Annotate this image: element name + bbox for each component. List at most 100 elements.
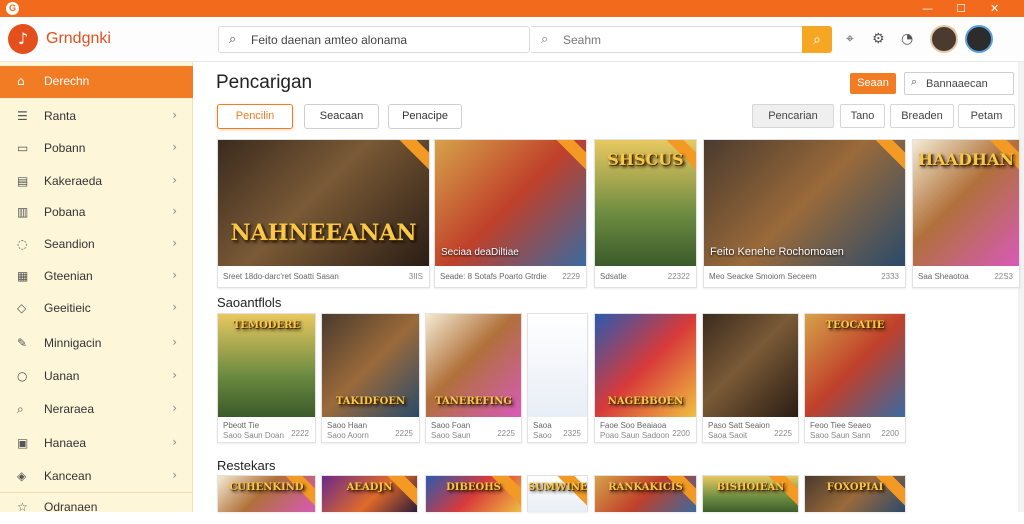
game-card[interactable]: BISHOIEAN	[702, 475, 799, 512]
game-card-value: 2225	[497, 429, 515, 438]
game-card-subtitle: Saoa Saoit	[708, 431, 748, 440]
secondary-search-input[interactable]: ⌕ Seahm	[531, 26, 803, 53]
sidebar-item-11[interactable]: ▣ Hanaea ›	[0, 428, 193, 460]
game-card[interactable]: CUHENKIND	[217, 475, 316, 512]
chevron-right-icon: ›	[172, 300, 177, 314]
game-card-title: TEOCATIE	[825, 320, 885, 331]
main-search-input[interactable]: ⌕ Feito daenan amteo alonama	[218, 26, 530, 53]
game-card-meta: Feoo Tiee Seaeo	[810, 421, 871, 430]
search-icon: ⌕	[17, 402, 24, 416]
sidebar-item-13[interactable]: ☆ Odranaen	[0, 492, 193, 524]
featured-card-image: Seciaa deaDiltiae	[435, 140, 586, 266]
chevron-right-icon: ›	[172, 236, 177, 250]
sidebar-item-7[interactable]: ◇ Geeitieic ›	[0, 293, 193, 325]
badge-ribbon	[396, 140, 429, 172]
game-card[interactable]: DIBEOHS	[425, 475, 522, 512]
featured-card[interactable]: Feito Kenehe Rochomoaen Meo Seacke Smoiom…	[703, 139, 906, 288]
close-icon[interactable]: ✕	[990, 2, 999, 15]
notification-icon[interactable]: ◔	[901, 31, 913, 47]
sidebar-item-1[interactable]: ☰ Ranta ›	[0, 101, 193, 133]
sidebar-item-5[interactable]: ◌ Seandion ›	[0, 229, 193, 261]
game-card-title: DIBEOHS	[446, 482, 501, 493]
featured-card-image: NAHNEEANAN	[218, 140, 429, 266]
minimize-icon[interactable]: —	[922, 2, 933, 15]
game-card-image: TEMODERE	[218, 314, 315, 417]
game-card[interactable]: TEOCATIE Feoo Tiee Seaeo Saoo Saun Sann 220…	[804, 313, 906, 443]
sidebar-item-2[interactable]: ▭ Pobann ›	[0, 133, 193, 165]
filter-petam[interactable]: Petam	[958, 104, 1015, 128]
featured-card[interactable]: Seciaa deaDiltiae Seade: 8 Sotafs Poarto …	[434, 139, 587, 288]
content-search-input[interactable]: ⌕ Bannaaecan	[904, 72, 1014, 95]
chevron-right-icon: ›	[172, 335, 177, 349]
game-card[interactable]: TANEREFING Saoo Foan Saoo Saun 2225	[425, 313, 522, 443]
badge-ribbon	[872, 140, 905, 172]
game-card-subtitle: Saoo Saun Doan	[223, 431, 284, 440]
sidebar-item-10[interactable]: ⌕ Neraraea ›	[0, 394, 193, 426]
sidebar-item-6[interactable]: ▦ Gteenian ›	[0, 261, 193, 293]
featured-card-value: 22S3	[994, 272, 1013, 281]
game-card-meta: Saoa	[533, 421, 552, 430]
app-name: Grndgnki	[46, 30, 111, 47]
sidebar-item-label: Pobann	[44, 141, 86, 155]
main-search-text: Feito daenan amteo alonama	[251, 33, 408, 47]
filter-pencarian[interactable]: Pencarian	[752, 104, 834, 128]
game-card[interactable]: TAKIDFOEN Saoo Haan Saoo Aoorn 2225	[321, 313, 420, 443]
game-card[interactable]: TEMODERE Pbeott Tie Saoo Saun Doan 2222	[217, 313, 316, 443]
search-button[interactable]: ⌕	[802, 26, 832, 53]
featured-card[interactable]: SHSCUS Sdsatle 22322	[594, 139, 697, 288]
badge-ribbon	[553, 140, 586, 172]
featured-card[interactable]: HAADHAN Saa Sheaotoa 22S3	[912, 139, 1020, 288]
action-button[interactable]: Seaan	[850, 73, 896, 94]
game-card-title: TAKIDFOEN	[335, 396, 406, 407]
featured-card-image: Feito Kenehe Rochomoaen	[704, 140, 905, 266]
sidebar-item-3[interactable]: ▤ Kakeraeda ›	[0, 166, 193, 198]
document-icon: ▥	[17, 205, 29, 219]
filter-breaden[interactable]: Breaden	[890, 104, 954, 128]
gear-icon[interactable]: ⚙	[872, 31, 885, 47]
edit-icon: ✎	[17, 336, 28, 350]
app-logo-icon[interactable]: ♪	[8, 24, 38, 54]
game-card[interactable]: Paso Satt Seaion Saoa Saoit 2225	[702, 313, 799, 443]
tab-seacaan[interactable]: Seacaan	[304, 104, 379, 129]
sidebar-item-4[interactable]: ▥ Pobana ›	[0, 197, 193, 229]
game-card[interactable]: SUMWINE	[527, 475, 588, 512]
sidebar-item-label: Neraraea	[44, 402, 95, 416]
content-search-text: Bannaaecan	[926, 78, 988, 90]
search-icon: ⌕	[541, 31, 549, 46]
pin-icon[interactable]: ⌖	[846, 31, 854, 47]
game-card-title: RANKAKICIS	[608, 482, 683, 493]
user-avatar[interactable]	[965, 25, 993, 53]
calendar-icon: ▦	[17, 269, 29, 283]
game-card-image: BISHOIEAN	[703, 476, 798, 512]
maximize-icon[interactable]: ☐	[956, 2, 966, 15]
game-card[interactable]: AEADJN	[321, 475, 418, 512]
game-card[interactable]: FOXOPIAI	[804, 475, 906, 512]
game-card-meta: Paso Satt Seaion	[708, 421, 770, 430]
featured-card-meta: Sreet 18do-darc'ret Soatti Sasan	[223, 272, 339, 281]
sidebar-item-9[interactable]: ○ Uanan ›	[0, 361, 193, 393]
chevron-right-icon: ›	[172, 108, 177, 122]
featured-card[interactable]: NAHNEEANAN Sreet 18do-darc'ret Soatti Sas…	[217, 139, 430, 288]
featured-card-value: 3IIS	[408, 272, 423, 281]
game-card-subtitle: Saoo Saun	[431, 431, 471, 440]
game-card[interactable]: Saoa Saoo 2325	[527, 313, 588, 443]
user-icon: ○	[17, 369, 28, 383]
avatar[interactable]	[930, 25, 958, 53]
featured-card-value: 2333	[881, 272, 899, 281]
sidebar-item-12[interactable]: ◈ Kancean ›	[0, 461, 193, 493]
featured-card-title: HAADHAN	[918, 150, 1014, 169]
sidebar-item-0[interactable]: ⌂ Derechn	[0, 66, 193, 98]
sidebar-item-8[interactable]: ✎ Minnigacin ›	[0, 328, 193, 360]
sidebar-item-label: Kakeraeda	[44, 174, 103, 188]
game-card-title: TANEREFING	[435, 396, 512, 407]
tab-penacipe[interactable]: Penacipe	[388, 104, 462, 129]
filter-tano[interactable]: Tano	[840, 104, 885, 128]
game-card[interactable]: RANKAKICIS	[594, 475, 697, 512]
secondary-search-text: Seahm	[563, 33, 602, 47]
folder-icon: ▭	[17, 141, 29, 155]
game-card[interactable]: NAGEBBOEN Faoe Soo Beaiaoa Poao Saun Sadoo…	[594, 313, 697, 443]
app-header: ♪ Grndgnki ⌕ Feito daenan amteo alonama …	[0, 17, 1024, 62]
tab-pencilin[interactable]: Pencilin	[217, 104, 293, 129]
sidebar-item-label: Minnigacin	[44, 336, 102, 350]
featured-card-image: SHSCUS	[595, 140, 696, 266]
